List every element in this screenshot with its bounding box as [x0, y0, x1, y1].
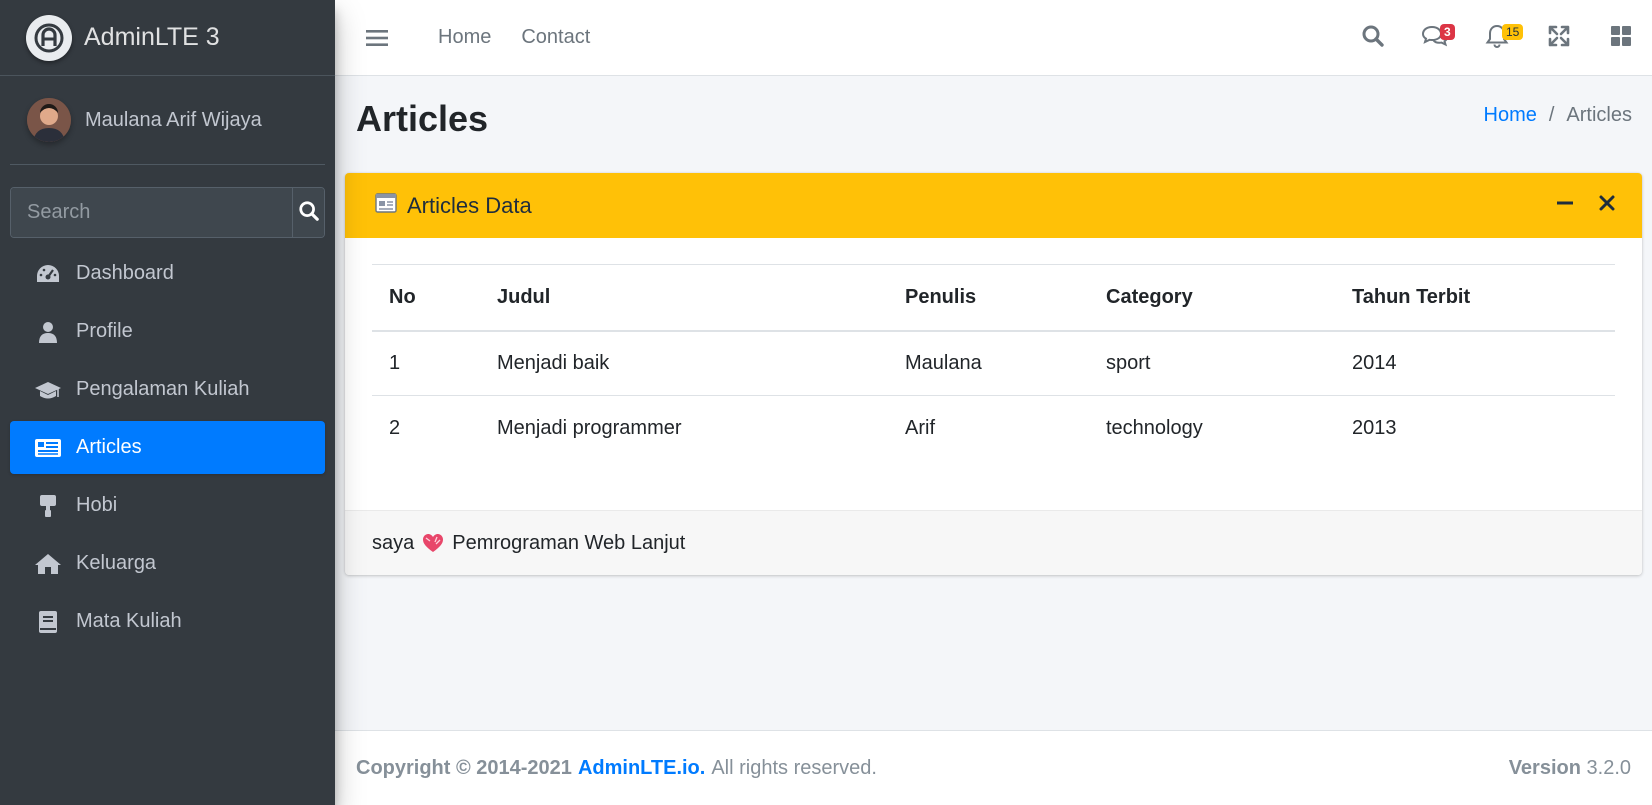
cell-penulis: Arif	[905, 416, 935, 439]
navbar-right: 3 15	[1342, 0, 1652, 76]
user-name: Maulana Arif Wijaya	[85, 108, 262, 131]
card-header: Articles Data	[345, 173, 1642, 238]
card-footer: saya Pemrograman Web Lanjut	[345, 510, 1642, 575]
tachometer-icon	[34, 262, 62, 286]
cell-tahun-terbit: 2014	[1335, 330, 1615, 396]
graduation-cap-icon	[34, 378, 62, 402]
card-body: No Judul Penulis Category Tahun Terbit 1…	[345, 238, 1642, 510]
fullscreen-button[interactable]	[1528, 0, 1590, 76]
version-label: Version	[1508, 756, 1581, 779]
sidebar-item-articles[interactable]: Articles	[10, 421, 325, 474]
remove-button[interactable]	[1586, 185, 1628, 227]
expand-arrows-icon	[1548, 25, 1570, 52]
rights-text: All rights reserved.	[711, 756, 877, 779]
sidebar-item-label: Profile	[76, 320, 133, 342]
sidebar-nav: Dashboard Profile Pengalaman Kuliah Arti…	[10, 247, 325, 648]
sidebar-item-label: Pengalaman Kuliah	[76, 378, 250, 400]
content-wrapper: Articles Home / Articles Articles Data N…	[335, 76, 1652, 730]
column-header-no[interactable]: No	[372, 265, 480, 331]
sidebar-item-pengalaman-kuliah[interactable]: Pengalaman Kuliah	[10, 363, 325, 416]
breadcrumb: Home / Articles	[1484, 104, 1633, 127]
sidebar-search-button[interactable]	[292, 188, 324, 237]
navbar-search-button[interactable]	[1342, 0, 1404, 76]
column-header-category[interactable]: Category	[1089, 265, 1335, 331]
paint-roller-icon	[34, 494, 62, 518]
th-large-icon	[1610, 25, 1632, 52]
sidebar-item-profile[interactable]: Profile	[10, 305, 325, 358]
sidebar-item-label: Articles	[76, 436, 142, 458]
sidebar-item-dashboard[interactable]: Dashboard	[10, 247, 325, 300]
book-icon	[34, 610, 62, 634]
card-title: Articles Data	[407, 192, 532, 218]
messages-badge: 3	[1440, 24, 1455, 40]
brand-link[interactable]: AdminLTE 3	[0, 0, 335, 76]
page-title: Articles	[356, 98, 489, 139]
version-value: 3.2.0	[1586, 756, 1631, 779]
breadcrumb-current: Articles	[1566, 104, 1632, 126]
sidebar-item-label: Dashboard	[76, 262, 174, 284]
breadcrumb-home-link[interactable]: Home	[1484, 104, 1537, 127]
sidebar-search	[10, 187, 325, 238]
table-row: 1 Menjadi baik Maulana sport 2014	[372, 330, 1615, 396]
copyright-text: Copyright © 2014-2021	[356, 756, 572, 779]
column-header-tahun-terbit[interactable]: Tahun Terbit	[1335, 265, 1615, 331]
heart-icon	[422, 533, 444, 553]
sidebar-item-keluarga[interactable]: Keluarga	[10, 537, 325, 590]
nav-link-home[interactable]: Home	[438, 26, 491, 49]
sidebar-item-hobi[interactable]: Hobi	[10, 479, 325, 532]
newspaper-icon	[34, 436, 62, 460]
articles-card: Articles Data No Judul Penulis Category …	[345, 173, 1642, 575]
sidebar-item-label: Hobi	[76, 494, 118, 516]
main-sidebar: AdminLTE 3 Maulana Arif Wijaya Search Da…	[0, 0, 335, 805]
card-footer-text-before: saya	[372, 531, 415, 554]
control-sidebar-button[interactable]	[1590, 0, 1652, 76]
nav-link-contact[interactable]: Contact	[521, 26, 590, 49]
cell-judul: Menjadi programmer	[497, 416, 682, 439]
main-footer: Copyright © 2014-2021 AdminLTE.io. All r…	[335, 730, 1652, 805]
minus-icon	[1556, 194, 1574, 217]
notifications-badge: 15	[1502, 24, 1524, 40]
brand-text: AdminLTE 3	[84, 23, 220, 51]
column-header-judul[interactable]: Judul	[480, 265, 888, 331]
sidebar-item-mata-kuliah[interactable]: Mata Kuliah	[10, 595, 325, 648]
collapse-button[interactable]	[1544, 185, 1586, 227]
cell-no: 2	[389, 416, 401, 439]
menu-toggle-icon[interactable]	[365, 26, 389, 50]
sidebar-item-label: Mata Kuliah	[76, 610, 182, 632]
cell-category: sport	[1089, 330, 1335, 396]
table-row: 2 Menjadi programmer Arif technology 201…	[372, 396, 1615, 461]
version-info: Version 3.2.0	[1509, 757, 1631, 780]
search-icon	[298, 200, 320, 225]
card-footer-text-after: Pemrograman Web Lanjut	[452, 531, 686, 554]
articles-table: No Judul Penulis Category Tahun Terbit 1…	[372, 264, 1615, 461]
user-panel[interactable]: Maulana Arif Wijaya	[10, 76, 325, 165]
app-root: AdminLTE 3 Maulana Arif Wijaya Search Da…	[0, 0, 1652, 805]
cell-category: technology	[1106, 416, 1203, 439]
cell-penulis: Maulana	[888, 330, 1089, 396]
home-icon	[34, 552, 62, 576]
notifications-dropdown[interactable]: 15	[1466, 0, 1528, 76]
adminlte-logo-icon	[26, 14, 72, 61]
adminlte-link[interactable]: AdminLTE.io.	[578, 757, 705, 780]
main-header: Home Contact 3 15	[335, 0, 1652, 76]
card-tools	[1544, 173, 1628, 238]
cell-judul: Menjadi baik	[480, 330, 888, 396]
avatar	[27, 98, 71, 142]
sidebar-item-label: Keluarga	[76, 552, 157, 574]
newspaper-icon	[375, 193, 397, 218]
messages-dropdown[interactable]: 3	[1404, 0, 1466, 76]
table-header-row: No Judul Penulis Category Tahun Terbit	[372, 264, 1615, 331]
column-header-penulis[interactable]: Penulis	[888, 265, 1089, 331]
close-icon	[1599, 195, 1615, 216]
search-icon	[1361, 24, 1385, 53]
breadcrumb-separator: /	[1548, 104, 1555, 126]
user-icon	[34, 320, 62, 344]
cell-no: 1	[372, 330, 480, 396]
cell-tahun-terbit: 2013	[1352, 416, 1397, 439]
sidebar-search-input[interactable]	[11, 188, 292, 237]
